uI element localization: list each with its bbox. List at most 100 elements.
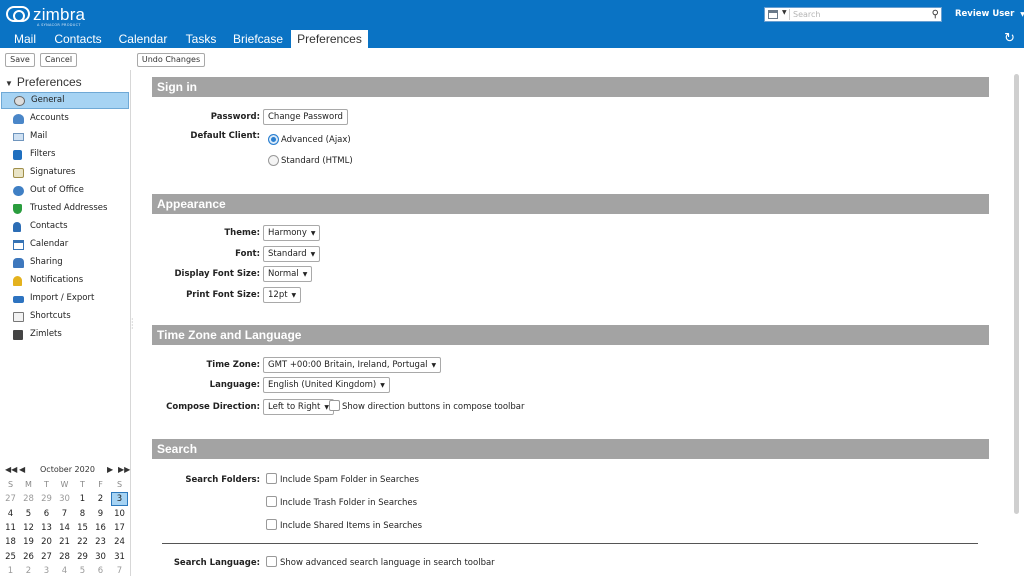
- tab-briefcase[interactable]: Briefcase: [229, 30, 287, 48]
- theme-value: Harmony: [268, 228, 307, 238]
- calendar-day[interactable]: 7: [56, 507, 73, 521]
- calendar-day[interactable]: 9: [92, 507, 109, 521]
- scrollbar-thumb[interactable]: [1014, 74, 1019, 514]
- sidebar-splitter-handle[interactable]: · · · ·: [131, 316, 135, 333]
- calendar-day[interactable]: 20: [38, 535, 55, 549]
- font-select[interactable]: Standard ▼: [263, 246, 321, 262]
- print-font-size-select[interactable]: 12pt ▼: [263, 287, 302, 303]
- calendar-day[interactable]: 19: [20, 535, 37, 549]
- calendar-day[interactable]: 8: [74, 507, 91, 521]
- mini-calendar-month[interactable]: October 2020: [40, 465, 95, 474]
- calendar-day[interactable]: 12: [20, 521, 37, 535]
- calendar-day[interactable]: 27: [2, 492, 19, 506]
- tab-contacts[interactable]: Contacts: [50, 30, 106, 48]
- compose-direction-select[interactable]: Left to Right ▼: [263, 399, 334, 415]
- logo-text: zimbra: [33, 5, 86, 24]
- save-button[interactable]: Save: [5, 53, 35, 67]
- calendar-day[interactable]: 28: [20, 492, 37, 506]
- sidebar-item-out-of-office[interactable]: Out of Office: [1, 182, 129, 199]
- language-value: English (United Kingdom): [268, 380, 377, 390]
- search-input[interactable]: [793, 9, 923, 20]
- chevron-down-icon: ▼: [431, 362, 437, 369]
- shortcuts-icon: [13, 312, 24, 322]
- zimbra-logo[interactable]: zimbra A SYNACOR PRODUCT: [6, 5, 86, 27]
- font-value: Standard: [268, 249, 307, 259]
- show-direction-buttons-label: Show direction buttons in compose toolba…: [342, 402, 525, 412]
- sidebar-item-signatures[interactable]: Signatures: [1, 164, 129, 181]
- calendar-day[interactable]: 24: [111, 535, 128, 549]
- search-box: ▼ ⚲: [764, 7, 942, 22]
- tab-mail[interactable]: Mail: [6, 30, 44, 48]
- calendar-day[interactable]: 15: [74, 521, 91, 535]
- show-advanced-search-checkbox[interactable]: [266, 556, 277, 567]
- calendar-day[interactable]: 5: [20, 507, 37, 521]
- calendar-day[interactable]: 14: [56, 521, 73, 535]
- sidebar-header[interactable]: ▼ Preferences: [5, 75, 82, 89]
- include-trash-label: Include Trash Folder in Searches: [280, 498, 418, 508]
- include-spam-checkbox[interactable]: [266, 473, 277, 484]
- default-client-label: Default Client:: [190, 131, 260, 141]
- section-header-time-zone: Time Zone and Language: [152, 325, 989, 345]
- calendar-day[interactable]: 29: [38, 492, 55, 506]
- section-header-appearance: Appearance: [152, 194, 989, 214]
- calendar-day[interactable]: 1: [74, 492, 91, 506]
- calendar-day[interactable]: 21: [56, 535, 73, 549]
- previous-month-icon[interactable]: ◀: [19, 465, 25, 474]
- calendar-day-today[interactable]: 3: [111, 492, 128, 507]
- next-year-icon[interactable]: ▶▶: [118, 465, 130, 474]
- sidebar-item-filters[interactable]: Filters: [1, 146, 129, 163]
- sidebar-item-zimlets[interactable]: Zimlets: [1, 326, 129, 343]
- theme-select[interactable]: Harmony ▼: [263, 225, 321, 241]
- calendar-day[interactable]: 10: [111, 507, 128, 521]
- out-of-office-icon: [13, 186, 24, 196]
- gear-icon: [14, 96, 25, 106]
- next-month-icon[interactable]: ▶: [107, 465, 113, 474]
- radio-advanced-client[interactable]: [268, 134, 279, 145]
- search-folders-label: Search Folders:: [185, 475, 260, 485]
- user-menu[interactable]: Review User ▼: [955, 9, 1024, 19]
- sidebar-title: Preferences: [16, 75, 82, 89]
- refresh-icon[interactable]: ↻: [1004, 31, 1015, 46]
- previous-year-icon[interactable]: ◀◀: [5, 465, 17, 474]
- calendar-day[interactable]: 13: [38, 521, 55, 535]
- calendar-day[interactable]: 6: [38, 507, 55, 521]
- search-icon[interactable]: ⚲: [932, 9, 939, 20]
- calendar-day[interactable]: 16: [92, 521, 109, 535]
- sidebar-item-trusted-addresses[interactable]: Trusted Addresses: [1, 200, 129, 217]
- show-direction-buttons-checkbox[interactable]: [329, 400, 340, 411]
- chevron-down-icon: ▼: [310, 251, 316, 258]
- collapse-triangle-icon[interactable]: ▼: [5, 79, 13, 88]
- font-label: Font:: [235, 249, 260, 259]
- language-select[interactable]: English (United Kingdom) ▼: [263, 377, 390, 393]
- print-font-size-value: 12pt: [268, 290, 288, 300]
- calendar-day[interactable]: 17: [111, 521, 128, 535]
- cancel-button[interactable]: Cancel: [40, 53, 77, 67]
- change-password-button[interactable]: Change Password: [263, 109, 348, 125]
- sharing-icon: [13, 258, 24, 268]
- calendar-day[interactable]: 2: [92, 492, 109, 506]
- sidebar-item-general[interactable]: General: [1, 92, 129, 109]
- radio-standard-client[interactable]: [268, 155, 279, 166]
- calendar-day[interactable]: 18: [2, 535, 19, 549]
- calendar-day[interactable]: 30: [56, 492, 73, 506]
- calendar-day[interactable]: 11: [2, 521, 19, 535]
- search-type-selector[interactable]: ▼: [766, 9, 790, 20]
- content-scrollbar[interactable]: [1014, 70, 1020, 576]
- tab-preferences[interactable]: Preferences: [291, 30, 368, 48]
- tab-calendar[interactable]: Calendar: [115, 30, 171, 48]
- include-shared-checkbox[interactable]: [266, 519, 277, 530]
- include-trash-checkbox[interactable]: [266, 496, 277, 507]
- tab-tasks[interactable]: Tasks: [181, 30, 221, 48]
- show-advanced-search-label: Show advanced search language in search …: [280, 558, 495, 568]
- zimlets-icon: [13, 330, 23, 340]
- sidebar-item-shortcuts[interactable]: Shortcuts: [1, 308, 129, 325]
- filter-icon: [13, 150, 22, 160]
- section-header-sign-in: Sign in: [152, 77, 989, 97]
- calendar-day[interactable]: 23: [92, 535, 109, 549]
- calendar-day[interactable]: 4: [2, 507, 19, 521]
- display-font-size-select[interactable]: Normal ▼: [263, 266, 313, 282]
- calendar-day[interactable]: 22: [74, 535, 91, 549]
- time-zone-select[interactable]: GMT +00:00 Britain, Ireland, Portugal ▼: [263, 357, 442, 373]
- search-language-label: Search Language:: [173, 558, 260, 568]
- undo-changes-button[interactable]: Undo Changes: [137, 53, 205, 67]
